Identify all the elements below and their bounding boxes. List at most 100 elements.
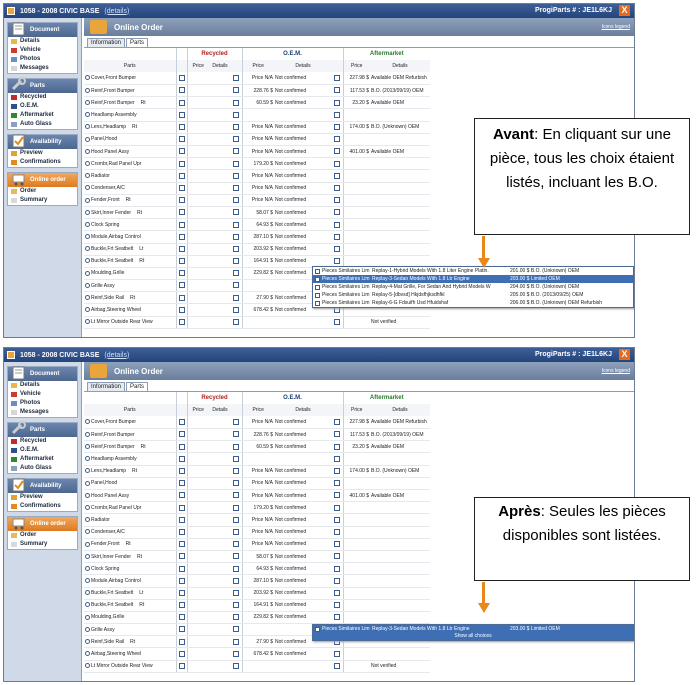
info-icon[interactable]: [85, 444, 90, 450]
info-icon[interactable]: [85, 456, 90, 462]
info-icon[interactable]: [85, 307, 90, 313]
select-checkbox[interactable]: [233, 492, 240, 499]
info-icon[interactable]: [85, 529, 90, 535]
select-checkbox[interactable]: [178, 455, 185, 462]
select-checkbox[interactable]: [334, 209, 341, 216]
select-checkbox[interactable]: [233, 270, 240, 277]
select-checkbox[interactable]: [233, 75, 240, 82]
select-checkbox[interactable]: [178, 209, 185, 216]
select-checkbox[interactable]: [233, 589, 240, 596]
sidebar-item-oem[interactable]: O.E.M.: [8, 446, 77, 455]
select-checkbox[interactable]: [334, 663, 341, 670]
info-icon[interactable]: [85, 639, 90, 645]
info-icon[interactable]: [85, 590, 90, 596]
info-icon[interactable]: [85, 602, 90, 608]
select-checkbox[interactable]: [233, 638, 240, 645]
select-checkbox[interactable]: [233, 516, 240, 523]
select-checkbox[interactable]: [233, 455, 240, 462]
info-icon[interactable]: [85, 136, 90, 142]
select-checkbox[interactable]: [178, 431, 185, 438]
select-checkbox[interactable]: [334, 99, 341, 106]
select-checkbox[interactable]: [178, 553, 185, 560]
dropdown-row[interactable]: Pieces Similaires Lim Replay-6-G Fdsuifh …: [313, 299, 633, 307]
icons-legend-link[interactable]: Icons legend: [602, 368, 630, 374]
select-checkbox[interactable]: [178, 589, 185, 596]
select-checkbox[interactable]: [233, 528, 240, 535]
select-checkbox[interactable]: [334, 455, 341, 462]
sidebar-item-recycled[interactable]: Recycled: [8, 93, 77, 102]
select-checkbox[interactable]: [233, 197, 240, 204]
close-icon[interactable]: X: [619, 349, 630, 360]
show-all-choices-link[interactable]: Show all choices: [313, 633, 633, 640]
select-checkbox[interactable]: [334, 148, 341, 155]
select-checkbox[interactable]: [233, 565, 240, 572]
sidebar-item-messages[interactable]: Messages: [8, 64, 77, 73]
icons-legend-link[interactable]: Icons legend: [602, 24, 630, 30]
select-checkbox[interactable]: [334, 221, 341, 228]
sidebar-item-recycled[interactable]: Recycled: [8, 437, 77, 446]
select-checkbox[interactable]: [334, 602, 341, 609]
dropdown-row[interactable]: Pieces Similaires Lim Replay-3-Sedan Mode…: [313, 275, 633, 283]
select-checkbox[interactable]: [178, 650, 185, 657]
select-checkbox[interactable]: [334, 419, 341, 426]
select-checkbox[interactable]: [178, 99, 185, 106]
select-checkbox[interactable]: [178, 663, 185, 670]
select-checkbox[interactable]: [233, 184, 240, 191]
select-checkbox[interactable]: [334, 541, 341, 548]
select-checkbox[interactable]: [178, 87, 185, 94]
info-icon[interactable]: [85, 468, 90, 474]
select-checkbox[interactable]: [233, 626, 240, 633]
info-icon[interactable]: [85, 160, 90, 166]
info-icon[interactable]: [85, 173, 90, 179]
select-checkbox[interactable]: [334, 111, 341, 118]
select-checkbox[interactable]: [233, 245, 240, 252]
select-checkbox[interactable]: [334, 184, 341, 191]
info-icon[interactable]: [85, 209, 90, 215]
select-checkbox[interactable]: [233, 111, 240, 118]
select-checkbox[interactable]: [233, 553, 240, 560]
select-checkbox[interactable]: [178, 160, 185, 167]
select-checkbox[interactable]: [178, 294, 185, 301]
select-checkbox[interactable]: [233, 99, 240, 106]
dropdown-checkbox[interactable]: [315, 300, 320, 306]
dropdown-checkbox[interactable]: [315, 268, 320, 274]
info-icon[interactable]: [85, 565, 90, 571]
select-checkbox[interactable]: [178, 124, 185, 131]
tab-information[interactable]: Information: [87, 38, 126, 47]
select-checkbox[interactable]: [334, 431, 341, 438]
select-checkbox[interactable]: [233, 468, 240, 475]
info-icon[interactable]: [85, 504, 90, 510]
select-checkbox[interactable]: [178, 148, 185, 155]
sidebar-item-preview[interactable]: Preview: [8, 149, 77, 158]
select-checkbox[interactable]: [334, 258, 341, 265]
select-checkbox[interactable]: [233, 480, 240, 487]
info-icon[interactable]: [85, 626, 90, 632]
sidebar-item-vehicle[interactable]: Vehicle: [8, 46, 77, 55]
select-checkbox[interactable]: [178, 638, 185, 645]
sidebar-item-preview[interactable]: Preview: [8, 493, 77, 502]
select-checkbox[interactable]: [233, 614, 240, 621]
info-icon[interactable]: [85, 75, 90, 81]
info-icon[interactable]: [85, 663, 90, 669]
close-icon[interactable]: X: [619, 5, 630, 16]
dropdown-row[interactable]: Pieces Similaires Lim Replay-4-Mat Grille…: [313, 283, 633, 291]
select-checkbox[interactable]: [334, 650, 341, 657]
info-icon[interactable]: [85, 651, 90, 657]
sidebar-item-confirmations[interactable]: Confirmations: [8, 502, 77, 511]
select-checkbox[interactable]: [233, 650, 240, 657]
select-checkbox[interactable]: [334, 87, 341, 94]
select-checkbox[interactable]: [334, 319, 341, 326]
select-checkbox[interactable]: [178, 602, 185, 609]
sidebar-item-aftermarket[interactable]: Aftermarket: [8, 455, 77, 464]
select-checkbox[interactable]: [178, 516, 185, 523]
select-checkbox[interactable]: [233, 431, 240, 438]
select-checkbox[interactable]: [178, 504, 185, 511]
info-icon[interactable]: [85, 480, 90, 486]
select-checkbox[interactable]: [233, 306, 240, 313]
parts-dropdown-before[interactable]: Pieces Similaires Lim Replay-1-Hybrid Mod…: [312, 266, 634, 308]
sidebar-item-oem[interactable]: O.E.M.: [8, 102, 77, 111]
select-checkbox[interactable]: [233, 258, 240, 265]
select-checkbox[interactable]: [178, 75, 185, 82]
select-checkbox[interactable]: [334, 516, 341, 523]
info-icon[interactable]: [85, 614, 90, 620]
